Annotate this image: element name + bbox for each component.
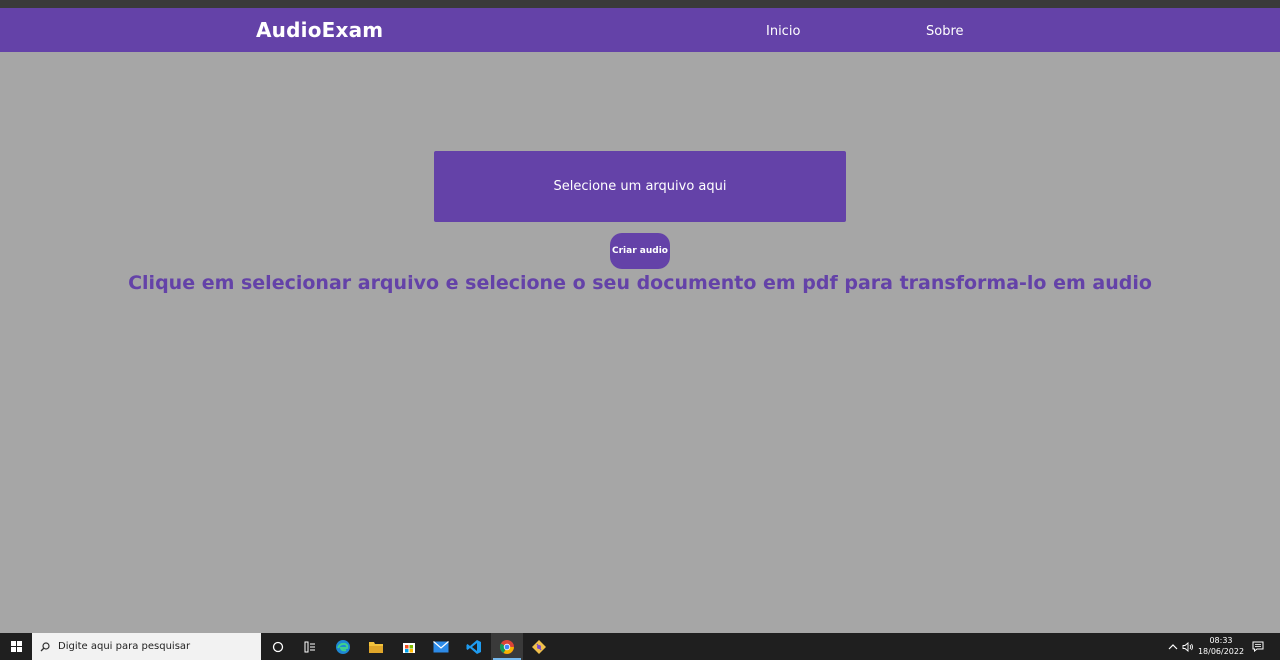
file-select-button[interactable]: Selecione um arquivo aqui [434,151,846,222]
edge-icon[interactable] [327,633,359,660]
windows-icon [10,641,22,652]
search-placeholder: Digite aqui para pesquisar [58,641,191,652]
create-audio-button[interactable]: Criar audio [610,233,670,269]
taskbar: Digite aqui para pesquisar 08:33 18/06/2… [0,633,1280,660]
nav-link-inicio[interactable]: Inicio [766,24,800,39]
notifications-icon[interactable] [1252,633,1264,660]
browser-top-strip [0,0,1280,8]
file-select-label: Selecione um arquivo aqui [553,179,727,194]
nav-link-sobre[interactable]: Sobre [926,24,964,39]
taskbar-clock[interactable]: 08:33 18/06/2022 [1196,635,1246,657]
widgets-icon[interactable] [294,633,326,660]
tray-chevron-up-icon[interactable] [1168,633,1178,660]
chrome-icon[interactable] [491,633,523,660]
git-icon[interactable] [523,633,555,660]
start-button[interactable] [0,633,32,660]
clock-date: 18/06/2022 [1197,647,1245,656]
clock-time: 08:33 [1209,636,1233,645]
store-icon[interactable] [393,633,425,660]
taskbar-search[interactable]: Digite aqui para pesquisar [32,633,261,660]
mail-icon[interactable] [425,633,457,660]
vscode-icon[interactable] [458,633,490,660]
file-explorer-icon[interactable] [360,633,392,660]
instructions-text: Clique em selecionar arquivo e selecione… [128,272,1152,294]
brand-logo[interactable]: AudioExam [256,18,383,42]
navbar: AudioExam Inicio Sobre [0,8,1280,52]
search-icon [40,641,50,651]
volume-icon[interactable] [1182,633,1194,660]
task-view-icon[interactable] [262,633,294,660]
